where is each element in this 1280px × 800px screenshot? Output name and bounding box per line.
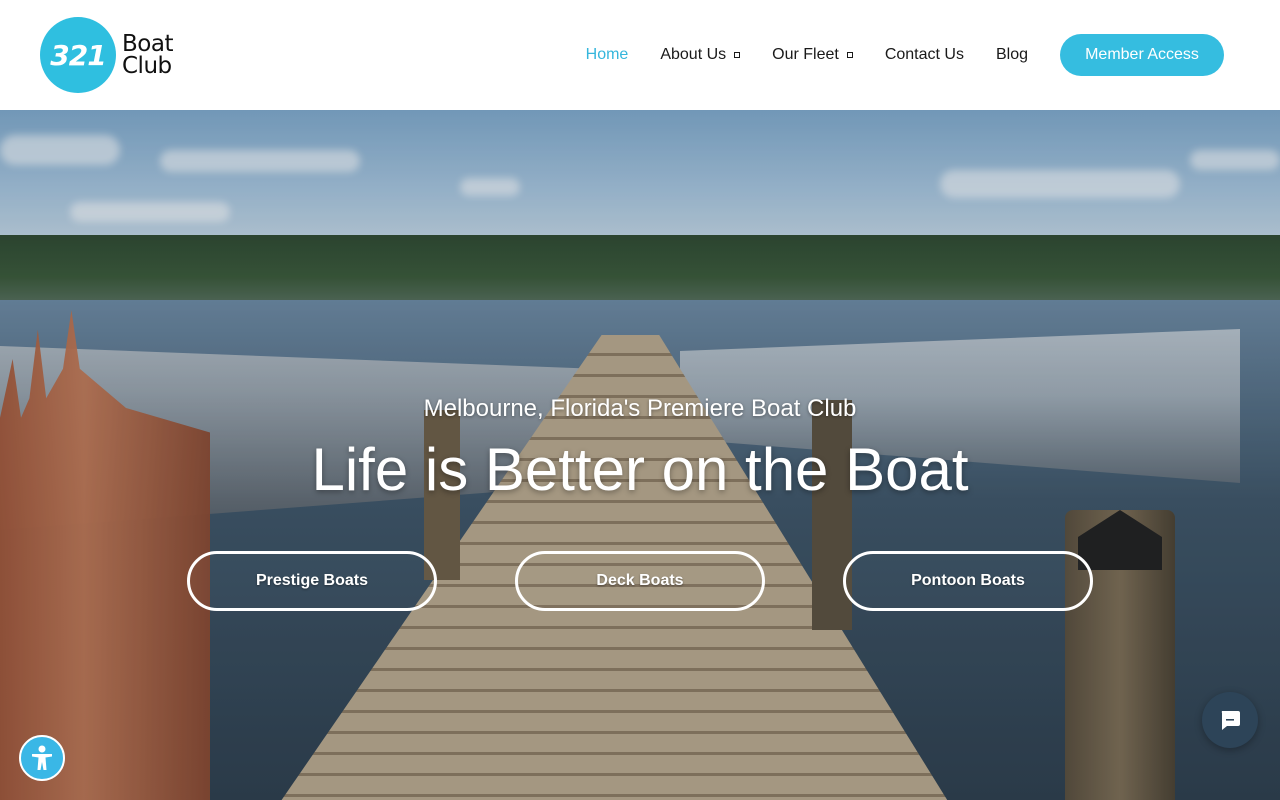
nav-contact-us[interactable]: Contact Us [885,46,964,64]
chat-button[interactable] [1202,692,1258,748]
nav-our-fleet[interactable]: Our Fleet [772,46,853,64]
nav-blog[interactable]: Blog [996,46,1028,64]
nav-home[interactable]: Home [586,46,629,64]
accessibility-button[interactable] [19,735,65,781]
nav-blog-label: Blog [995,46,1028,63]
dropdown-caret-icon [846,52,853,58]
logo-wordmark: Boat Club [122,31,173,79]
site-logo[interactable]: 321 Boat Club [40,17,180,93]
prestige-boats-button[interactable]: Prestige Boats [187,551,437,611]
logo-word-club: Club [122,53,172,79]
nav-about-us[interactable]: About Us [660,46,741,64]
deck-boats-button[interactable]: Deck Boats [515,551,765,611]
nav-our-fleet-label: Our Fleet [772,46,839,63]
site-header: 321 Boat Club Home About Us Our Fleet Co… [0,0,1280,110]
accessibility-person-icon [32,745,52,770]
nav-about-us-label: About Us [660,46,727,63]
logo-word-boat: Boat [122,31,173,57]
member-access-button[interactable]: Member Access [1060,34,1224,76]
logo-circle: 321 [40,17,116,93]
nav-contact-us-label: Contact Us [884,46,964,63]
hero-title: Life is Better on the Boat [311,436,969,503]
dropdown-caret-icon [734,52,741,58]
pontoon-boats-button[interactable]: Pontoon Boats [843,551,1093,611]
nav-home-label: Home [585,46,629,63]
hero-subtitle: Melbourne, Florida's Premiere Boat Club [423,395,857,422]
hero-buttons: Prestige Boats Deck Boats Pontoon Boats [187,551,1093,611]
logo-number: 321 [50,38,106,72]
chat-bubble-icon [1221,711,1240,730]
hero-section: Melbourne, Florida's Premiere Boat Club … [0,110,1280,800]
main-nav: Home About Us Our Fleet Contact Us Blog … [554,34,1224,76]
